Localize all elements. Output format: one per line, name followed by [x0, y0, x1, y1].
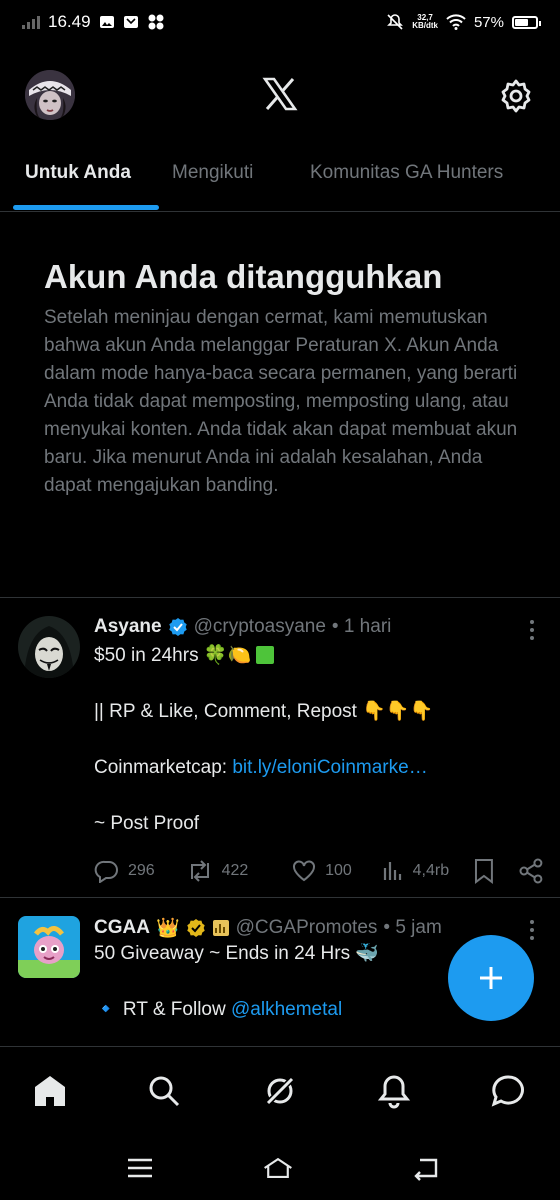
gear-icon[interactable] [498, 78, 534, 114]
heart-icon [293, 860, 316, 882]
x-logo-icon[interactable] [262, 76, 298, 112]
post-header: CGAA 👑 @CGAPromotes • 5 jam [94, 916, 540, 940]
suspension-notice: Akun Anda ditangguhkan Setelah meninjau … [44, 256, 524, 500]
battery-percent: 57% [473, 13, 504, 31]
post-line: || RP & Like, Comment, Repost 👇👇👇 [94, 701, 434, 722]
timeline-tabs: Untuk Anda Mengikuti Komunitas GA Hunter… [0, 148, 560, 212]
post-author-avatar[interactable] [18, 616, 80, 678]
post-author-name[interactable]: CGAA [94, 917, 150, 939]
crown-emoji: 👑 [155, 918, 180, 939]
net-speed: 32,7 KB/dtk [412, 14, 438, 30]
post-line: Coinmarketcap: [94, 757, 233, 778]
post-link[interactable]: bit.ly/eloniCoinmarke… [232, 757, 427, 778]
mute-icon [387, 14, 404, 30]
compose-post-button[interactable] [448, 935, 534, 1021]
active-tab-indicator [13, 205, 159, 210]
bottom-navigation [0, 1046, 560, 1136]
app-notification-icon [148, 14, 164, 30]
post-line: ~ Post Proof [94, 813, 200, 834]
post-card[interactable]: Asyane @cryptoasyane • 1 hari $50 in 24h… [0, 598, 560, 898]
views-button[interactable]: 4,4rb [381, 859, 473, 883]
view-count: 4,4rb [412, 862, 450, 879]
grok-icon[interactable] [262, 1073, 298, 1109]
post-time: • 5 jam [383, 917, 442, 938]
post-author-avatar[interactable] [18, 916, 80, 978]
gallery-notification-icon [99, 16, 114, 28]
share-icon[interactable] [518, 858, 544, 884]
app-header [0, 62, 560, 126]
reply-button[interactable]: 296 [94, 859, 186, 883]
green-square-emoji [256, 646, 275, 664]
like-count: 100 [325, 862, 352, 879]
post-text: $50 in 24hrs 🍀🍋 || RP & Like, Comment, R… [94, 642, 540, 838]
reply-icon [94, 860, 118, 883]
repost-button[interactable]: 422 [186, 859, 292, 883]
battery-icon [512, 15, 541, 29]
post-mention-link[interactable]: @alkhemetal [231, 999, 342, 1020]
more-options-icon[interactable] [530, 620, 536, 644]
bookmark-icon[interactable] [472, 858, 496, 884]
post-line: 🔹 RT & Follow [94, 999, 231, 1020]
tab-mengikuti[interactable]: Mengikuti [172, 162, 253, 184]
net-speed-unit: KB/dtk [412, 21, 438, 30]
post-author-handle[interactable]: @cryptoasyane [194, 616, 326, 638]
home-icon[interactable] [32, 1073, 68, 1109]
post-author-name[interactable]: Asyane [94, 616, 162, 638]
tab-untuk-anda[interactable]: Untuk Anda [25, 162, 131, 184]
messages-icon[interactable] [490, 1073, 526, 1109]
like-button[interactable]: 100 [291, 859, 381, 883]
tab-komunitas-ga-hunters[interactable]: Komunitas GA Hunters [310, 162, 503, 184]
more-options-icon[interactable] [530, 920, 536, 944]
signal-icon [22, 15, 40, 29]
notice-body: Setelah meninjau dengan cermat, kami mem… [44, 307, 518, 496]
wifi-icon [446, 14, 466, 30]
system-navigation [0, 1136, 560, 1200]
post-time: • 1 hari [331, 616, 392, 637]
post-line: $50 in 24hrs 🍀🍋 [94, 645, 252, 666]
plus-icon [480, 967, 502, 989]
notifications-icon[interactable] [376, 1073, 412, 1109]
back-icon[interactable] [410, 1154, 442, 1182]
home-icon[interactable] [262, 1154, 294, 1182]
search-icon[interactable] [146, 1073, 182, 1109]
profile-avatar[interactable] [25, 70, 75, 120]
post-author-handle[interactable]: @CGAPromotes [236, 917, 378, 939]
status-time: 16.49 [48, 12, 91, 31]
verified-badge-icon [168, 618, 187, 636]
repost-icon [190, 860, 209, 882]
notice-title: Akun Anda ditangguhkan [44, 258, 443, 295]
status-bar: 16.49 32,7 KB/dtk 57% [0, 0, 560, 44]
post-header: Asyane @cryptoasyane • 1 hari [94, 616, 540, 638]
repost-count: 422 [221, 862, 249, 879]
mail-notification-icon [123, 16, 138, 28]
views-icon [383, 862, 401, 880]
post-actions: 296 422 100 4,4rb [94, 856, 544, 886]
menu-icon[interactable] [124, 1154, 156, 1182]
reply-count: 296 [128, 862, 155, 879]
verified-gold-badge-icon [186, 919, 205, 937]
chart-emoji-icon [212, 920, 229, 936]
